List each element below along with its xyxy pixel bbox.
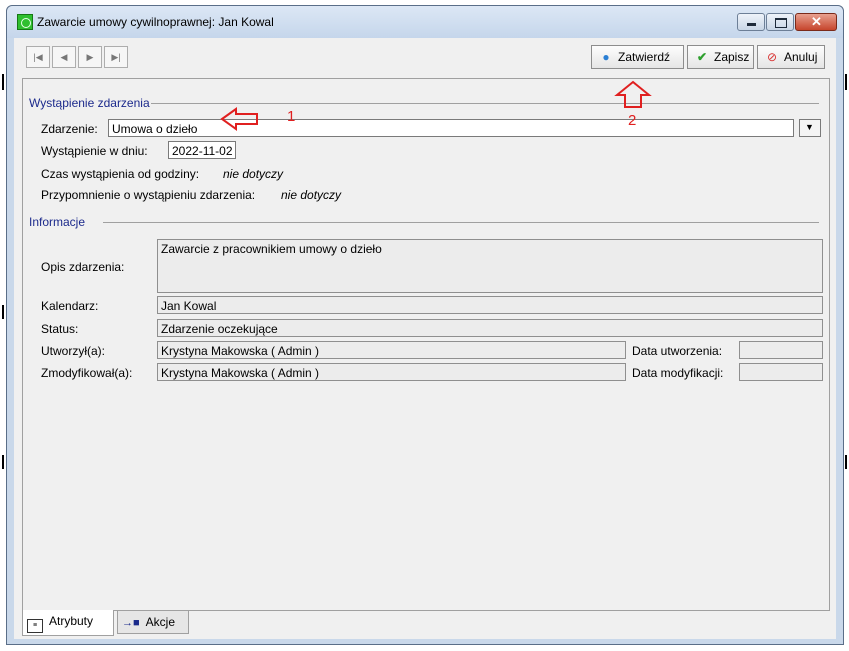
time-value: nie dotyczy — [223, 167, 284, 181]
background-line — [845, 74, 847, 90]
maximize-button[interactable] — [766, 13, 794, 31]
tab-akcje[interactable]: →■ Akcje — [117, 610, 189, 634]
title-bar[interactable]: Zawarcie umowy cywilnoprawnej: Jan Kowal… — [7, 6, 843, 38]
cancel-icon: ⊘ — [766, 50, 778, 64]
calendar-value: Jan Kowal — [161, 299, 217, 313]
background-line — [2, 305, 4, 319]
attributes-tab-icon: ≡ — [27, 619, 43, 633]
reminder-label: Przypomnienie o wystąpieniu zdarzenia: — [41, 188, 256, 202]
chevron-down-icon: ▼ — [805, 122, 814, 132]
description-field[interactable]: Zawarcie z pracownikiem umowy o dzieło — [157, 239, 823, 293]
cancel-label: Anuluj — [784, 50, 818, 64]
previous-record-button[interactable]: ◀ — [52, 46, 76, 68]
confirm-button[interactable]: ● Zatwierdź — [591, 45, 684, 69]
time-label: Czas wystąpienia od godziny: — [41, 167, 200, 181]
save-button[interactable]: ✔ Zapisz — [687, 45, 754, 69]
first-record-icon: |◀ — [33, 52, 43, 62]
checkmark-icon: ✔ — [696, 50, 708, 64]
next-record-icon: ▶ — [86, 52, 94, 62]
modified-by-value: Krystyna Makowska ( Admin ) — [161, 366, 320, 380]
event-select[interactable]: Umowa o dzieło — [108, 119, 794, 137]
cancel-button[interactable]: ⊘ Anuluj — [757, 45, 825, 69]
event-dropdown-button[interactable]: ▼ — [799, 119, 821, 137]
tab-label: Akcje — [145, 615, 175, 629]
status-label: Status: — [41, 322, 79, 336]
date-label: Wystąpienie w dniu: — [41, 144, 148, 158]
tab-label: Atrybuty — [49, 614, 94, 628]
status-field[interactable]: Zdarzenie oczekujące — [157, 319, 823, 337]
created-date-label: Data utworzenia: — [632, 344, 723, 358]
minimize-button[interactable] — [737, 13, 765, 31]
calendar-label: Kalendarz: — [41, 299, 99, 313]
previous-record-icon: ◀ — [60, 52, 68, 62]
background-line — [2, 74, 4, 90]
info-section-header: Informacje — [29, 215, 86, 229]
status-value: Zdarzenie oczekujące — [161, 322, 278, 336]
close-button[interactable]: ✕ — [795, 13, 837, 31]
date-value: 2022-11-02 — [172, 144, 233, 158]
tab-atrybuty[interactable]: ≡ Atrybuty — [22, 610, 114, 636]
last-record-icon: ▶| — [111, 52, 121, 62]
date-field[interactable]: 2022-11-02 — [168, 141, 236, 159]
modified-by-label: Zmodyfikował(a): — [41, 366, 133, 380]
event-value: Umowa o dzieło — [112, 122, 198, 136]
description-value: Zawarcie z pracownikiem umowy o dzieło — [161, 242, 382, 256]
created-by-field[interactable]: Krystyna Makowska ( Admin ) — [157, 341, 626, 359]
section-divider — [103, 222, 819, 223]
background-line — [845, 455, 847, 469]
annotation-number-1: 1 — [287, 108, 296, 125]
close-icon: ✕ — [811, 14, 822, 29]
modified-date-label: Data modyfikacji: — [632, 366, 724, 380]
calendar-field[interactable]: Jan Kowal — [157, 296, 823, 314]
annotation-arrow-2 — [614, 80, 652, 108]
confirm-label: Zatwierdź — [618, 50, 671, 64]
created-by-label: Utworzył(a): — [41, 344, 106, 358]
description-label: Opis zdarzenia: — [41, 260, 125, 274]
section-divider — [151, 103, 819, 104]
created-date-field[interactable] — [739, 341, 823, 359]
app-icon — [17, 14, 33, 30]
modified-by-field[interactable]: Krystyna Makowska ( Admin ) — [157, 363, 626, 381]
reminder-value: nie dotyczy — [281, 188, 342, 202]
save-label: Zapisz — [714, 50, 750, 64]
next-record-button[interactable]: ▶ — [78, 46, 102, 68]
last-record-button[interactable]: ▶| — [104, 46, 128, 68]
attributes-panel: Wystąpienie zdarzenia Zdarzenie: Umowa o… — [22, 78, 830, 611]
modified-date-field[interactable] — [739, 363, 823, 381]
maximize-icon — [775, 18, 787, 28]
first-record-button[interactable]: |◀ — [26, 46, 50, 68]
event-label: Zdarzenie: — [41, 122, 98, 136]
occurrence-section-header: Wystąpienie zdarzenia — [29, 96, 150, 110]
confirm-dot-icon: ● — [602, 50, 610, 64]
actions-tab-icon: →■ — [122, 617, 140, 629]
minimize-icon — [747, 23, 756, 26]
annotation-number-2: 2 — [628, 112, 637, 129]
annotation-arrow-1 — [220, 107, 258, 131]
background-line — [2, 455, 4, 469]
created-by-value: Krystyna Makowska ( Admin ) — [161, 344, 320, 358]
dialog-window: Zawarcie umowy cywilnoprawnej: Jan Kowal… — [6, 5, 844, 645]
dialog-body: |◀ ◀ ▶ ▶| ● Zatwierdź ✔ Zapisz ⊘ Anuluj Wys… — [14, 38, 836, 639]
window-title: Zawarcie umowy cywilnoprawnej: Jan Kowal — [37, 15, 274, 29]
